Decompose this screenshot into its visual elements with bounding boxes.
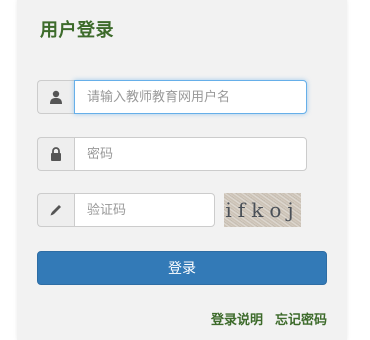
username-input[interactable]	[74, 80, 307, 114]
login-help-link[interactable]: 登录说明	[211, 313, 263, 328]
username-row	[37, 80, 307, 114]
captcha-image[interactable]: ifkoj	[224, 193, 301, 227]
password-input[interactable]	[74, 137, 307, 171]
footer-links: 登录说明 忘记密码	[211, 309, 327, 328]
login-button[interactable]: 登录	[37, 251, 327, 285]
lock-icon	[37, 137, 74, 171]
pencil-icon	[37, 193, 74, 227]
user-icon	[37, 80, 74, 114]
password-row	[37, 137, 307, 171]
captcha-input[interactable]	[74, 193, 215, 227]
forgot-password-link[interactable]: 忘记密码	[275, 313, 327, 328]
page-title: 用户登录	[40, 20, 114, 41]
captcha-row	[37, 193, 215, 227]
